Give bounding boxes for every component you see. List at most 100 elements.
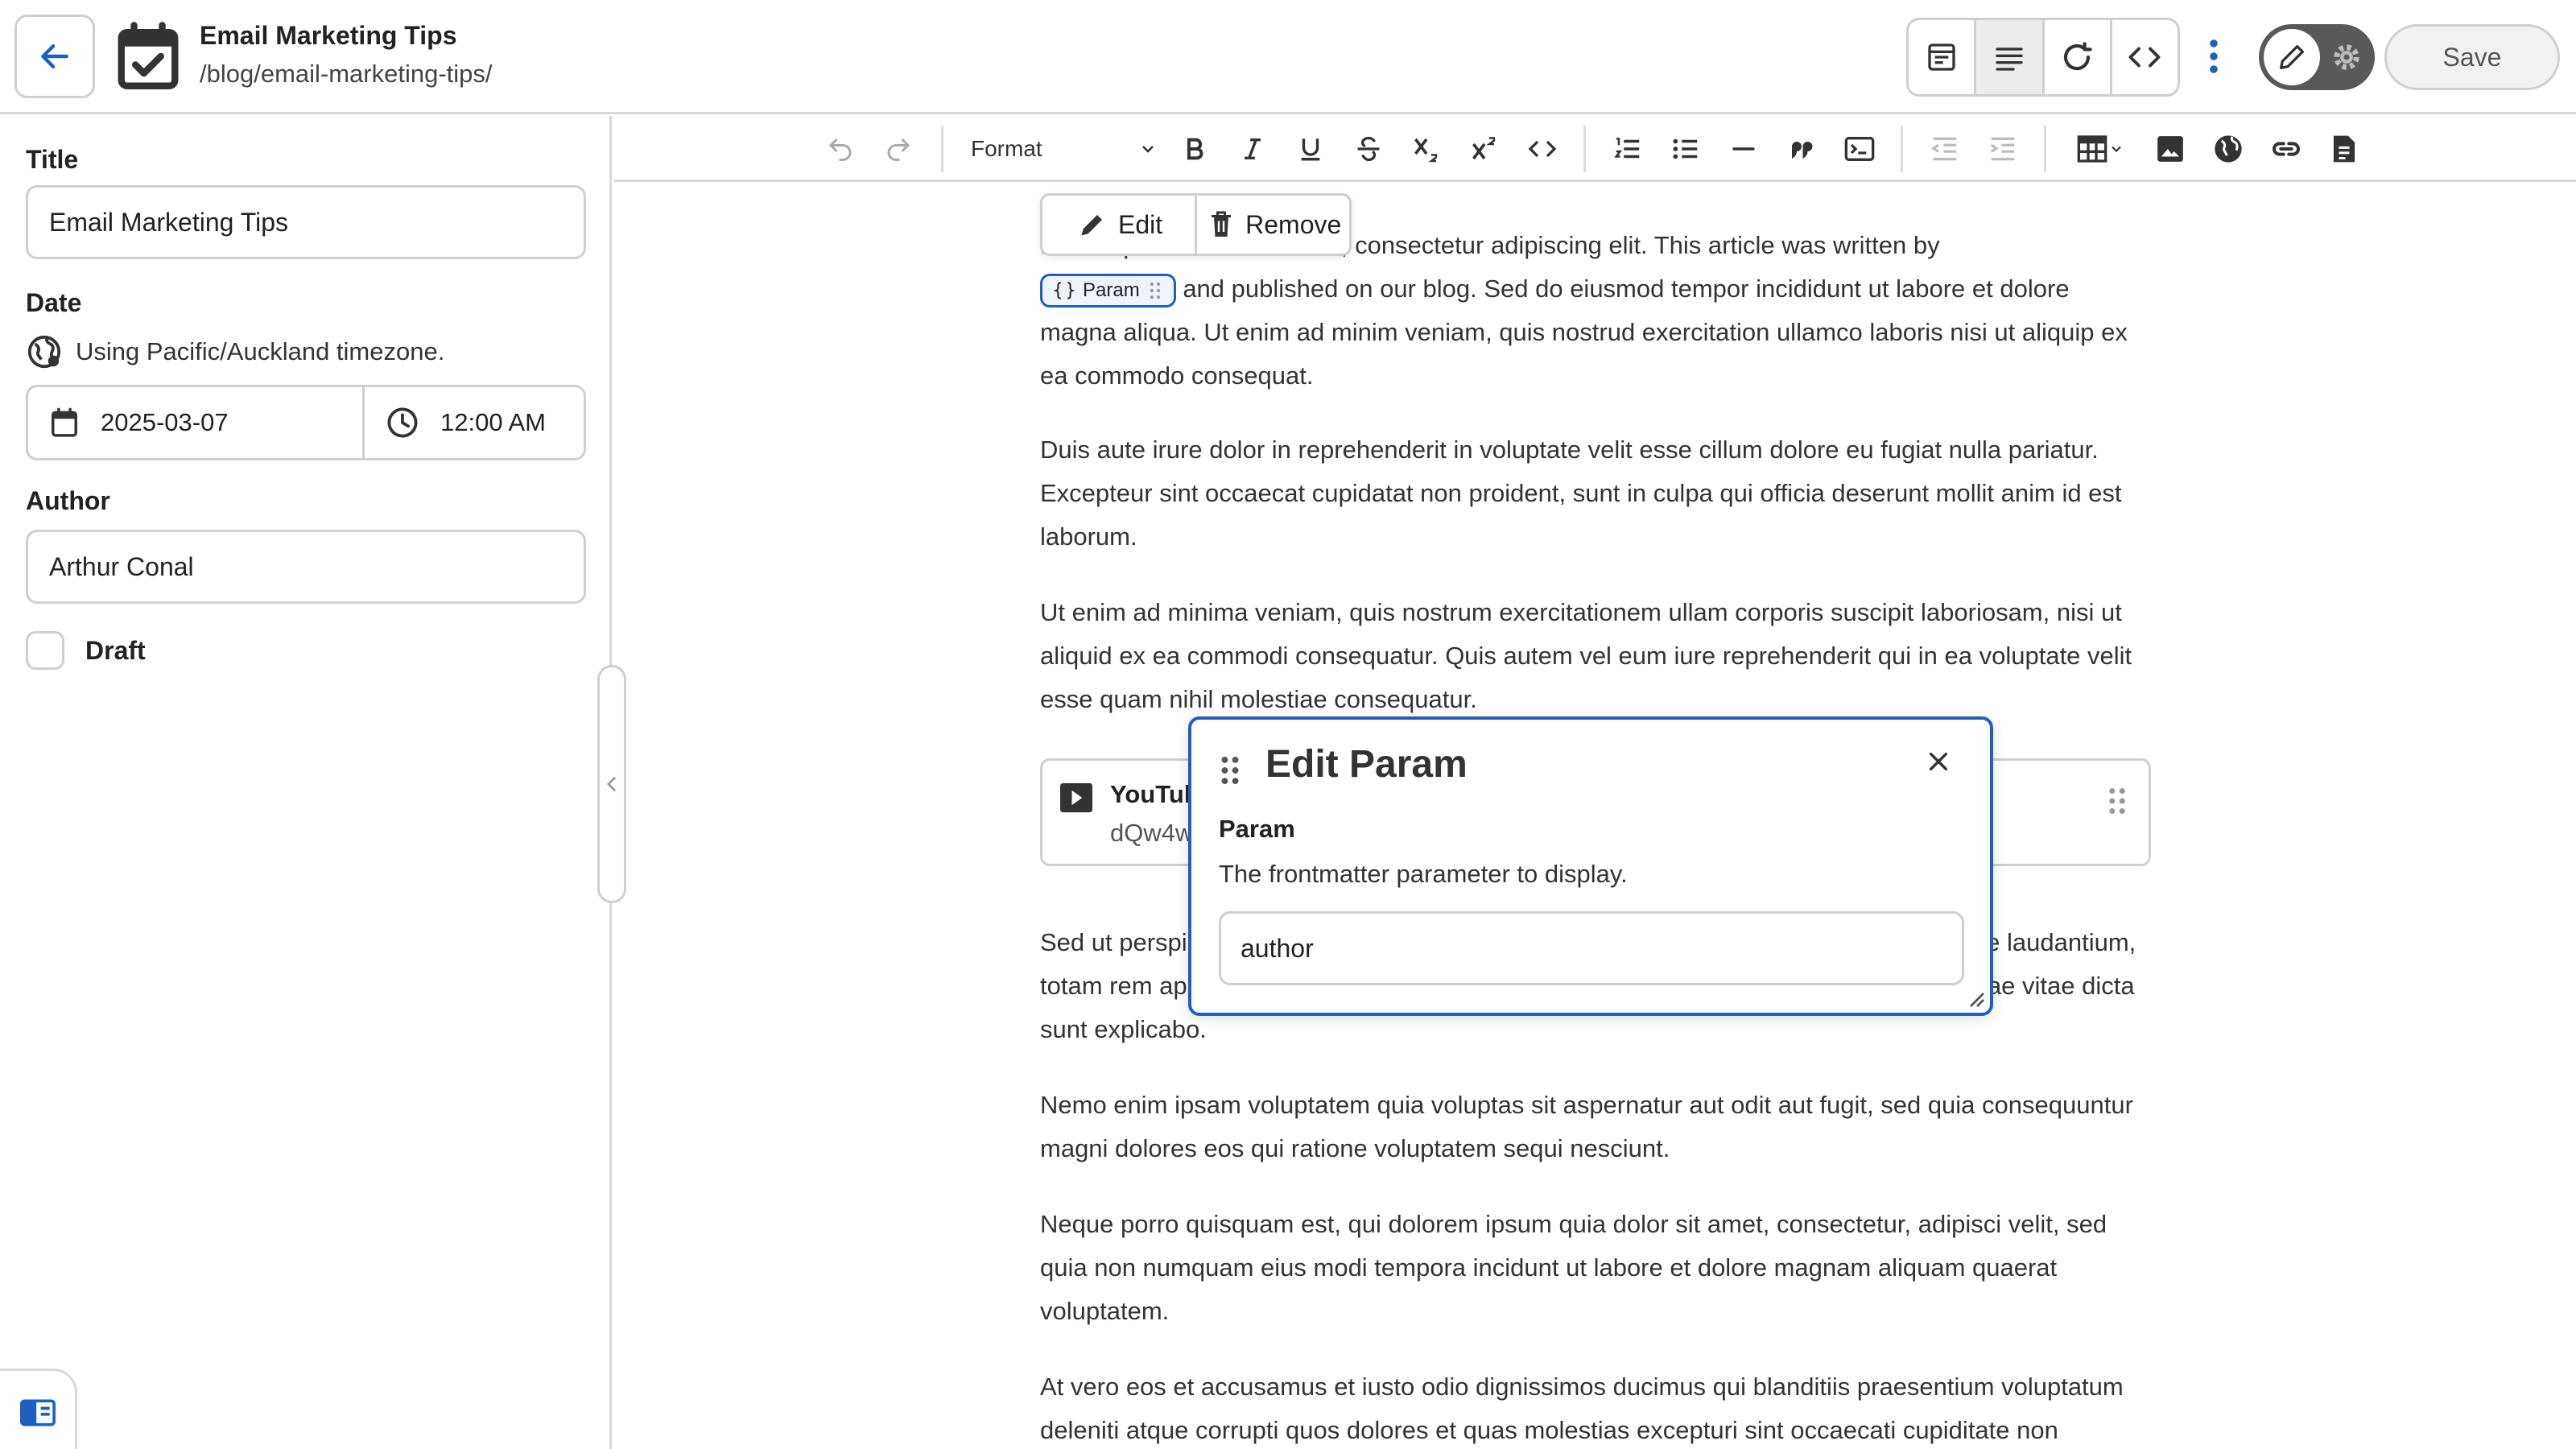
document-icon [2333,135,2355,163]
terminal-icon [1844,137,1875,161]
image-icon [2157,136,2183,162]
horizontal-rule-icon [1732,147,1755,151]
outdent-button[interactable] [1923,127,1967,171]
sidebar-resize-handle[interactable] [597,665,626,903]
sync-icon [2064,42,2092,71]
table-icon [2077,135,2107,163]
edit-param-button[interactable]: Edit [1042,196,1195,254]
horizontal-rule-button[interactable] [1722,127,1765,171]
date-input[interactable]: 2025-03-07 [28,387,365,458]
param-chip-label: Param [1083,279,1140,301]
toolbar-divider [1583,126,1586,172]
back-button[interactable] [14,14,95,98]
chevron-left-icon [606,776,617,792]
braces-icon [1054,281,1075,299]
format-dropdown[interactable]: Format [971,127,1158,171]
pencil-icon [2280,45,2304,70]
draft-checkbox[interactable] [26,631,64,670]
outdent-icon [1930,137,1957,161]
param-chip[interactable]: Param [1040,273,1176,308]
code-block-button[interactable] [1838,127,1881,171]
globe-icon [27,335,61,369]
param-input[interactable]: author [1219,911,1964,985]
bullet-list-button[interactable] [1664,127,1707,171]
calendar-icon [52,407,77,437]
drag-handle-icon [1150,282,1160,299]
undo-button[interactable] [819,127,862,171]
toolbar-divider [1901,126,1903,172]
strikethrough-button[interactable] [1347,127,1390,171]
calendar-check-icon [114,21,182,92]
numbered-list-icon [1614,138,1640,159]
more-options-button[interactable] [2204,37,2223,76]
numbered-list-button[interactable] [1606,127,1649,171]
title-input[interactable]: Email Marketing Tips [26,185,586,259]
redo-button[interactable] [877,127,920,171]
resize-grip-icon[interactable] [1966,989,1985,1008]
arrow-left-icon [41,43,68,69]
time-value: 12:00 AM [440,408,546,436]
close-dialog-button[interactable] [1926,749,1951,774]
document-title: Email Marketing Tips [200,21,457,50]
editor-toolbar: Format [614,116,2576,182]
pencil-icon [1081,215,1102,236]
view-sync-button[interactable] [2045,20,2112,94]
view-editor-button[interactable] [1976,20,2045,94]
superscript-button[interactable] [1463,127,1506,171]
underline-icon [1301,138,1320,161]
blockquote-button[interactable] [1780,127,1823,171]
drag-handle-icon[interactable] [1219,753,1241,787]
save-button[interactable]: Save [2384,24,2560,90]
insert-table-button[interactable] [2068,127,2132,171]
insert-component-button[interactable] [2322,127,2366,171]
timezone-text: Using Pacific/Auckland timezone. [76,337,445,365]
insert-embed-button[interactable] [2207,127,2250,171]
paragraph: Ut enim ad minima veniam, quis nostrum e… [1040,598,2132,713]
paragraph: Duis aute irure dolor in reprehenderit i… [1040,436,2122,551]
dialog-title: Edit Param [1265,743,1468,786]
chevron-down-icon [2112,146,2121,153]
paragraph: At vero eos et accusamus et iusto odio d… [1040,1373,2124,1444]
chevron-down-icon [1142,146,1154,153]
view-preview-button[interactable] [1909,20,1977,94]
view-code-button[interactable] [2112,20,2178,94]
param-inline-actions: Edit Remove [1040,193,1352,256]
draft-label: Draft [85,635,146,665]
sidebar-panel-icon [19,1399,56,1426]
edit-mode-toggle[interactable] [2259,24,2375,90]
undo-icon [828,138,852,161]
paragraph: Neque porro quisquam est, qui dolorem ip… [1040,1210,2107,1325]
paragraph-text: and published on our blog. Sed do eiusmo… [1040,275,2128,390]
bullet-list-icon [1673,138,1698,159]
remove-param-button[interactable]: Remove [1195,196,1349,254]
date-value: 2025-03-07 [101,408,229,436]
author-input[interactable]: Arthur Conal [26,530,586,604]
close-icon [1929,752,1948,771]
italic-icon [1245,138,1261,160]
param-field-description: The frontmatter parameter to display. [1219,860,1628,888]
toggle-knob [2264,29,2320,85]
preview-icon [1927,43,1955,71]
indent-button[interactable] [1981,127,2025,171]
subscript-button[interactable] [1405,127,1448,171]
sidebar-toggle-button[interactable] [0,1368,77,1449]
insert-image-button[interactable] [2149,127,2192,171]
italic-button[interactable] [1231,127,1274,171]
view-mode-group [1906,18,2180,97]
paragraph: Nemo enim ipsam voluptatem quia voluptas… [1040,1091,2133,1162]
code-icon [2128,47,2161,68]
gear-icon [2330,40,2363,74]
play-icon [1060,782,1092,813]
subscript-icon [1414,138,1438,163]
inline-code-button[interactable] [1521,127,1564,171]
author-label: Author [26,486,110,515]
title-label: Title [26,145,79,174]
insert-link-button[interactable] [2264,127,2308,171]
superscript-icon [1472,137,1496,160]
datetime-field: 2025-03-07 12:00 AM [26,385,586,460]
drag-handle-icon[interactable] [2107,785,2128,817]
time-input[interactable]: 12:00 AM [365,387,584,458]
bold-button[interactable] [1173,127,1216,171]
strikethrough-icon [1357,136,1380,162]
underline-button[interactable] [1289,127,1332,171]
